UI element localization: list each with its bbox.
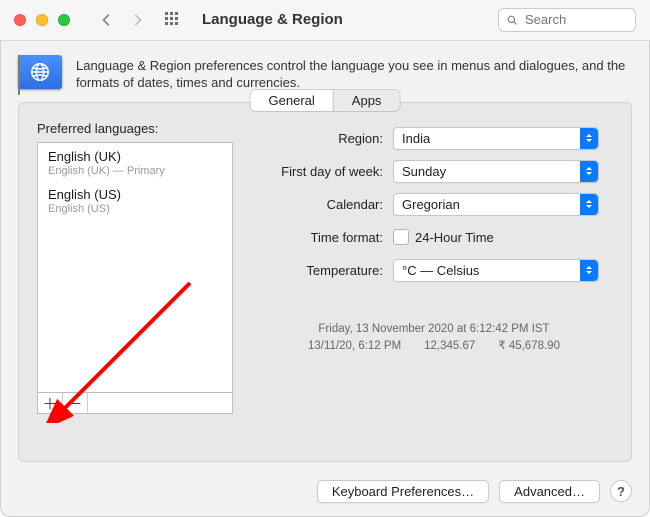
help-button[interactable]: ?	[610, 480, 632, 502]
calendar-value: Gregorian	[402, 197, 460, 212]
list-item-subtitle: English (UK) — Primary	[48, 165, 222, 177]
intro-text: Language & Region preferences control th…	[76, 55, 632, 92]
search-input[interactable]	[523, 11, 627, 28]
language-region-icon	[18, 55, 62, 89]
list-item[interactable]: English (US) English (US)	[38, 181, 232, 219]
list-item-name: English (UK)	[48, 149, 222, 164]
keyboard-preferences-button[interactable]: Keyboard Preferences…	[317, 480, 489, 503]
region-select[interactable]: India	[393, 127, 599, 150]
preferred-languages-section: Preferred languages: English (UK) Englis…	[37, 121, 233, 394]
tab-apps[interactable]: Apps	[333, 90, 400, 111]
format-example: Friday, 13 November 2020 at 6:12:42 PM I…	[255, 321, 613, 354]
format-example-line2: 13/11/20, 6:12 PM 12,345.67 ₹ 45,678.90	[255, 338, 613, 355]
minus-icon: －	[67, 393, 82, 414]
chevron-updown-icon	[580, 128, 598, 149]
content: Language & Region preferences control th…	[0, 41, 650, 476]
search-icon	[507, 14, 517, 26]
chevron-updown-icon	[580, 194, 598, 215]
intro-row: Language & Region preferences control th…	[18, 55, 632, 92]
firstday-select[interactable]: Sunday	[393, 160, 599, 183]
traffic-light-zoom[interactable]	[58, 14, 70, 26]
format-example-line1: Friday, 13 November 2020 at 6:12:42 PM I…	[255, 321, 613, 338]
titlebar: Language & Region	[0, 0, 650, 41]
plus-icon: ＋	[42, 393, 57, 414]
chevron-updown-icon	[580, 161, 598, 182]
chevron-updown-icon	[580, 260, 598, 281]
list-item[interactable]: English (UK) English (UK) — Primary	[38, 143, 232, 181]
nav-group	[94, 7, 150, 33]
preferences-window: Language & Region Language & Region pref…	[0, 0, 650, 517]
back-button[interactable]	[94, 7, 120, 33]
tab-bar: General Apps	[251, 90, 400, 111]
temperature-select[interactable]: °C — Celsius	[393, 259, 599, 282]
search-field[interactable]	[498, 8, 636, 32]
tab-general[interactable]: General	[251, 90, 333, 111]
traffic-light-close[interactable]	[14, 14, 26, 26]
show-all-button[interactable]	[160, 7, 186, 33]
calendar-label: Calendar:	[255, 197, 393, 212]
region-value: India	[402, 131, 430, 146]
24hour-checkbox[interactable]	[393, 229, 409, 245]
list-item-subtitle: English (US)	[48, 203, 222, 215]
region-form: Region: India First day of week:	[255, 121, 613, 394]
add-language-button[interactable]: ＋	[38, 393, 63, 413]
settings-panel: General Apps Preferred languages: Englis…	[18, 102, 632, 462]
calendar-select[interactable]: Gregorian	[393, 193, 599, 216]
temperature-value: °C — Celsius	[402, 263, 479, 278]
region-label: Region:	[255, 131, 393, 146]
forward-button[interactable]	[124, 7, 150, 33]
preferred-languages-list[interactable]: English (UK) English (UK) — Primary Engl…	[37, 142, 233, 394]
timeformat-label: Time format:	[255, 230, 393, 245]
traffic-light-minimize[interactable]	[36, 14, 48, 26]
list-item-name: English (US)	[48, 187, 222, 202]
preferred-languages-label: Preferred languages:	[37, 121, 233, 136]
temperature-label: Temperature:	[255, 263, 393, 278]
firstday-value: Sunday	[402, 164, 446, 179]
list-toolbar: ＋ －	[37, 392, 233, 414]
24hour-checkbox-label: 24-Hour Time	[415, 230, 494, 245]
advanced-button[interactable]: Advanced…	[499, 480, 600, 503]
footer: Keyboard Preferences… Advanced… ?	[0, 476, 650, 517]
page-title: Language & Region	[202, 11, 343, 28]
remove-language-button[interactable]: －	[63, 393, 88, 413]
firstday-label: First day of week:	[255, 164, 393, 179]
